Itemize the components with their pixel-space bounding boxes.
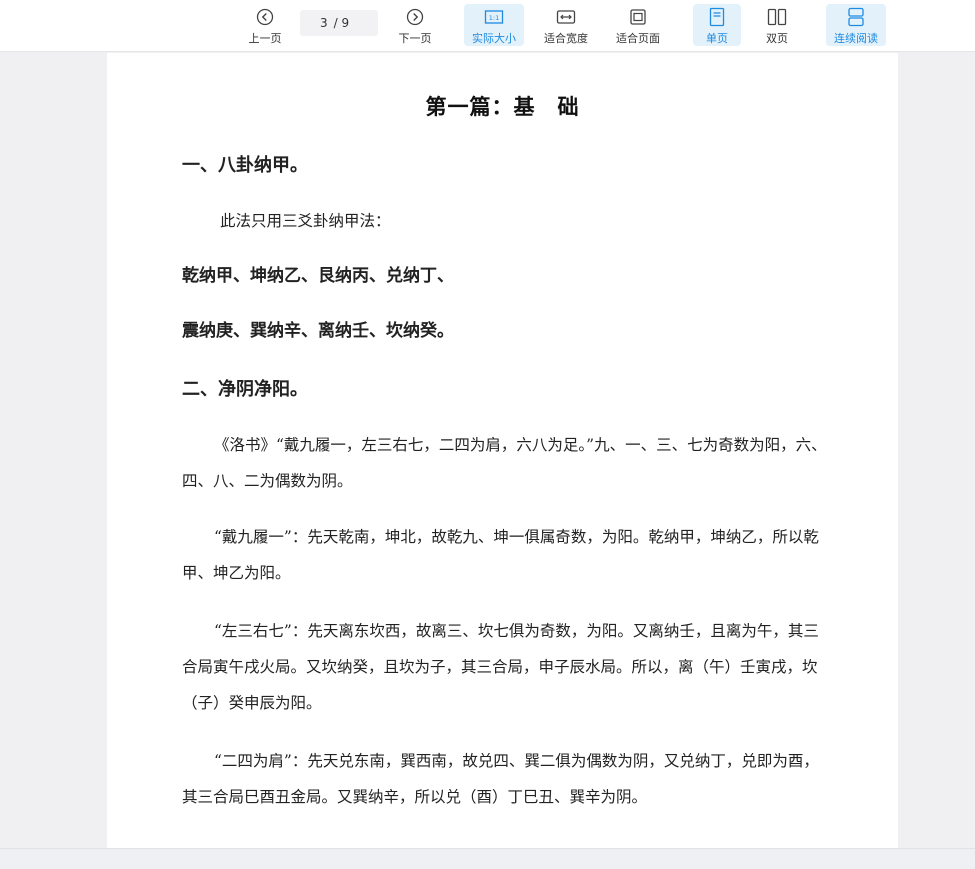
section-heading-2: 二、净阴净阳。 bbox=[182, 379, 308, 400]
svg-text:1:1: 1:1 bbox=[489, 14, 499, 22]
paragraph-2: “戴九履一”：先天乾南，坤北，故乾九、坤一俱属奇数，为阳。乾纳甲，坤纳乙，所以乾… bbox=[182, 528, 819, 582]
single-page-icon bbox=[706, 7, 728, 27]
chevron-right-icon bbox=[404, 7, 426, 27]
total-pages: / 9 bbox=[333, 16, 350, 30]
next-page-label: 下一页 bbox=[398, 32, 432, 45]
double-page-label: 双页 bbox=[766, 32, 788, 45]
paragraph-1: 《洛书》“戴九履一，左三右七，二四为肩，六八为足。”九、一、三、七为奇数为阳，六… bbox=[182, 436, 827, 490]
fit-page-button[interactable]: 适合页面 bbox=[609, 4, 667, 46]
page-title: 第一篇：基 础 bbox=[425, 94, 580, 119]
status-bar bbox=[0, 848, 975, 869]
current-page: 3 bbox=[320, 16, 328, 30]
actual-size-label: 实际大小 bbox=[472, 32, 516, 45]
paragraph-3: “左三右七”：先天离东坎西，故离三、坎七俱为奇数，为阳。又离纳壬，且离为午，其三… bbox=[182, 622, 819, 712]
continuous-reading-label: 连续阅读 bbox=[834, 32, 878, 45]
fit-width-label: 适合宽度 bbox=[544, 32, 588, 45]
continuous-reading-button[interactable]: 连续阅读 bbox=[826, 4, 886, 46]
fit-page-icon bbox=[627, 7, 649, 27]
document-page: 第一篇：基 础 一、八卦纳甲。 此法只用三爻卦纳甲法： 乾纳甲、坤纳乙、艮纳丙、… bbox=[107, 53, 898, 853]
actual-size-icon: 1:1 bbox=[483, 7, 505, 27]
section-heading-1: 一、八卦纳甲。 bbox=[182, 155, 308, 176]
continuous-reading-icon bbox=[845, 7, 867, 27]
section1-line-2: 震纳庚、巽纳辛、离纳壬、坎纳癸。 bbox=[182, 321, 454, 341]
fit-width-button[interactable]: 适合宽度 bbox=[537, 4, 595, 46]
prev-page-label: 上一页 bbox=[248, 32, 282, 45]
double-page-button[interactable]: 双页 bbox=[754, 4, 800, 46]
chevron-left-icon bbox=[254, 7, 276, 27]
paragraph-4: “二四为肩”：先天兑东南，巽西南，故兑四、巽二俱为偶数为阴，又兑纳丁，兑即为酉，… bbox=[182, 752, 819, 806]
double-page-icon bbox=[766, 7, 788, 27]
section1-line-1: 乾纳甲、坤纳乙、艮纳丙、兑纳丁、 bbox=[182, 266, 454, 286]
actual-size-button[interactable]: 1:1 实际大小 bbox=[464, 4, 524, 46]
fit-width-icon bbox=[555, 7, 577, 27]
single-page-button[interactable]: 单页 bbox=[693, 4, 741, 46]
single-page-label: 单页 bbox=[706, 32, 728, 45]
fit-page-label: 适合页面 bbox=[616, 32, 660, 45]
toolbar: 上一页 3 / 9 下一页 1:1 实际大小 适合宽度 适合页面 单页 双页 连… bbox=[0, 0, 975, 52]
page-number-input[interactable]: 3 / 9 bbox=[300, 10, 378, 36]
prev-page-button[interactable]: 上一页 bbox=[242, 4, 288, 46]
section1-intro: 此法只用三爻卦纳甲法： bbox=[220, 212, 391, 230]
next-page-button[interactable]: 下一页 bbox=[392, 4, 438, 46]
